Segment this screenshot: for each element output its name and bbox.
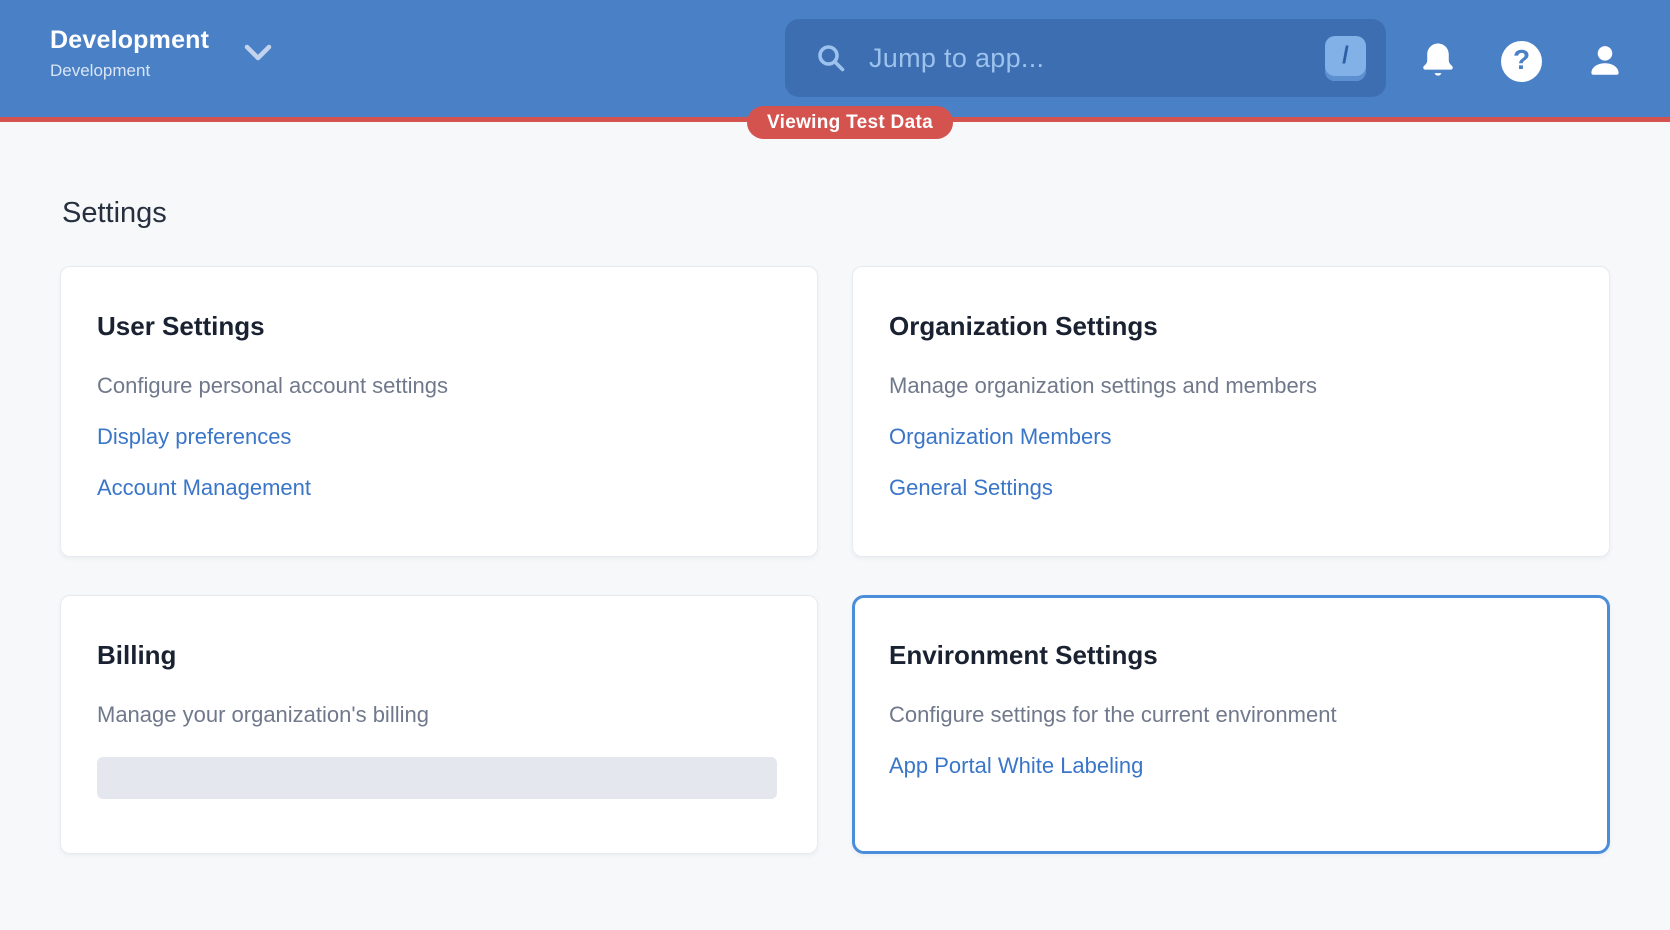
topbar-actions: ? <box>1419 0 1624 122</box>
card-description: Configure settings for the current envir… <box>889 700 1569 729</box>
viewing-test-data-banner: Viewing Test Data <box>747 106 953 139</box>
card-title-organization-settings: Organization Settings <box>889 309 1569 343</box>
bell-icon <box>1419 41 1457 81</box>
link-display-preferences[interactable]: Display preferences <box>97 422 291 451</box>
question-mark-icon: ? <box>1501 41 1542 82</box>
search-placeholder: Jump to app... <box>869 43 1044 74</box>
organization-settings-card: Organization Settings Manage organizatio… <box>852 266 1610 557</box>
billing-loading-placeholder <box>97 757 777 799</box>
environment-title: Development <box>50 27 209 55</box>
link-app-portal-white-labeling[interactable]: App Portal White Labeling <box>889 751 1143 780</box>
card-description: Manage your organization's billing <box>97 700 777 729</box>
card-description: Manage organization settings and members <box>889 371 1569 400</box>
account-button[interactable] <box>1586 42 1624 80</box>
card-title-user-settings: User Settings <box>97 309 777 343</box>
user-icon <box>1586 42 1624 80</box>
settings-page: Settings User Settings Configure persona… <box>0 122 1670 854</box>
notifications-button[interactable] <box>1419 41 1457 81</box>
environment-settings-card: Environment Settings Configure settings … <box>852 595 1610 854</box>
app-root: Development Development Jump to app... / <box>0 0 1670 930</box>
top-navigation-bar: Development Development Jump to app... / <box>0 0 1670 122</box>
card-title-environment-settings: Environment Settings <box>889 638 1569 672</box>
environment-subtitle: Development <box>50 61 209 81</box>
user-settings-card: User Settings Configure personal account… <box>60 266 818 557</box>
settings-cards-grid: User Settings Configure personal account… <box>60 266 1610 854</box>
link-account-management[interactable]: Account Management <box>97 473 311 502</box>
page-title: Settings <box>62 197 1610 230</box>
help-button[interactable]: ? <box>1501 41 1542 82</box>
link-organization-members[interactable]: Organization Members <box>889 422 1112 451</box>
search-icon <box>815 42 847 74</box>
billing-card: Billing Manage your organization's billi… <box>60 595 818 854</box>
slash-shortcut-keycap: / <box>1325 36 1366 81</box>
card-title-billing: Billing <box>97 638 777 672</box>
environment-labels: Development Development <box>50 27 209 81</box>
jump-to-app-search[interactable]: Jump to app... / <box>785 19 1386 97</box>
environment-switcher[interactable]: Development Development <box>50 27 273 81</box>
card-description: Configure personal account settings <box>97 371 777 400</box>
link-general-settings[interactable]: General Settings <box>889 473 1053 502</box>
chevron-down-icon <box>243 42 273 64</box>
